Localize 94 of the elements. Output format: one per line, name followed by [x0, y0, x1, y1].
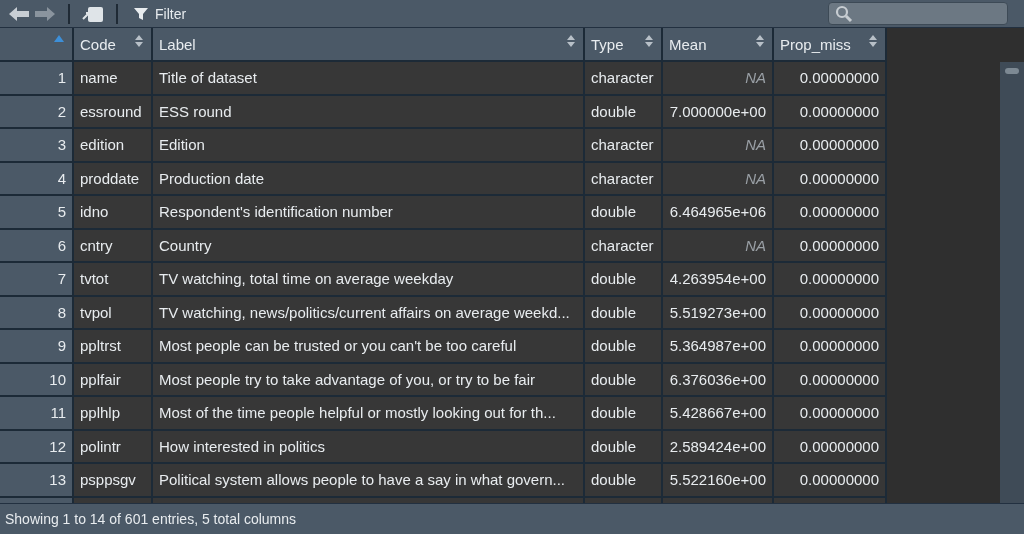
- table-cell: Production date: [153, 162, 585, 196]
- table-cell: idno: [74, 196, 153, 230]
- table-cell: pplfair: [74, 363, 153, 397]
- column-header[interactable]: Type: [585, 28, 663, 62]
- table-cell: 0.00000000: [774, 330, 887, 364]
- table-cell: pplhlp: [74, 397, 153, 431]
- table-cell: 0.00000000: [774, 95, 887, 129]
- row-number: 7: [0, 263, 74, 297]
- table-cell: Most people can be trusted or you can't be too careful: [153, 330, 585, 364]
- table-cell: NA: [663, 229, 774, 263]
- row-number: 3: [0, 129, 74, 163]
- table-cell: 0.00000000: [774, 464, 887, 498]
- table-cell: double: [585, 296, 663, 330]
- table-cell: 5.428667e+00: [663, 397, 774, 431]
- status-text: Showing 1 to 14 of 601 entries, 5 total columns: [0, 503, 1024, 534]
- table-cell: NA: [663, 62, 774, 96]
- table-cell: character: [585, 62, 663, 96]
- table-cell: 7.000000e+00: [663, 95, 774, 129]
- table-cell: 0.00000000: [774, 162, 887, 196]
- table-cell: How interested in politics: [153, 430, 585, 464]
- table-cell: 0.00000000: [774, 196, 887, 230]
- table-cell: 0.00000000: [774, 363, 887, 397]
- table-cell: 0.00000000: [774, 430, 887, 464]
- table-cell: 5.522160e+00: [663, 464, 774, 498]
- table-cell: psppsgv: [74, 464, 153, 498]
- table-cell: Most of the time people helpful or mostly looking out for th...: [153, 397, 585, 431]
- filter-button[interactable]: Filter: [130, 5, 191, 22]
- table-cell: 6.376036e+00: [663, 363, 774, 397]
- table-cell: 0.00000000: [774, 229, 887, 263]
- table-cell: NA: [663, 129, 774, 163]
- column-header[interactable]: Code: [74, 28, 153, 62]
- table-cell: proddate: [74, 162, 153, 196]
- table-cell: essround: [74, 95, 153, 129]
- table-cell: 0.00000000: [774, 263, 887, 297]
- table-cell: ESS round: [153, 95, 585, 129]
- table-cell: tvpol: [74, 296, 153, 330]
- table-cell: Country: [153, 229, 585, 263]
- table-cell: character: [585, 229, 663, 263]
- table-cell: 0.00000000: [774, 296, 887, 330]
- table-cell: tvtot: [74, 263, 153, 297]
- table-cell: character: [585, 162, 663, 196]
- table-cell: Respondent's identification number: [153, 196, 585, 230]
- table-cell: double: [585, 397, 663, 431]
- table-cell: Title of dataset: [153, 62, 585, 96]
- row-number: 11: [0, 397, 74, 431]
- table-cell: double: [585, 196, 663, 230]
- table-cell: double: [585, 330, 663, 364]
- funnel-icon: [134, 6, 148, 21]
- scrollbar[interactable]: [1000, 62, 1024, 503]
- row-number: 6: [0, 229, 74, 263]
- table-cell: cntry: [74, 229, 153, 263]
- table-cell: 0.00000000: [774, 129, 887, 163]
- table-cell: double: [585, 263, 663, 297]
- column-header[interactable]: [0, 28, 74, 62]
- search-icon: [835, 4, 853, 23]
- table-cell: 0.00000000: [774, 397, 887, 431]
- search-field[interactable]: [828, 2, 1008, 25]
- row-number: 9: [0, 330, 74, 364]
- table-cell: 5.519273e+00: [663, 296, 774, 330]
- row-number: 12: [0, 430, 74, 464]
- table-cell: 5.364987e+00: [663, 330, 774, 364]
- column-header[interactable]: Mean: [663, 28, 774, 62]
- table-cell: 4.263954e+00: [663, 263, 774, 297]
- forward-icon[interactable]: [34, 5, 56, 22]
- row-number: 4: [0, 162, 74, 196]
- table-cell: Most people try to take advantage of you, or try to be fair: [153, 363, 585, 397]
- table-cell: double: [585, 95, 663, 129]
- row-number: 1: [0, 62, 74, 96]
- row-number: 2: [0, 95, 74, 129]
- table-cell: NA: [663, 162, 774, 196]
- table-cell: Political system allows people to have a say in what govern...: [153, 464, 585, 498]
- popout-icon[interactable]: [82, 4, 104, 23]
- table-cell: ppltrst: [74, 330, 153, 364]
- table-cell: polintr: [74, 430, 153, 464]
- row-number: 5: [0, 196, 74, 230]
- scrollbar-thumb[interactable]: [1005, 68, 1019, 74]
- table-cell: double: [585, 363, 663, 397]
- row-number: 10: [0, 363, 74, 397]
- table-cell: TV watching, total time on average weekday: [153, 263, 585, 297]
- table-cell: double: [585, 464, 663, 498]
- table-cell: double: [585, 430, 663, 464]
- table-cell: 0.00000000: [774, 62, 887, 96]
- row-number: 8: [0, 296, 74, 330]
- column-header[interactable]: Label: [153, 28, 585, 62]
- table-cell: 2.589424e+00: [663, 430, 774, 464]
- column-header[interactable]: Prop_miss: [774, 28, 887, 62]
- table-cell: Edition: [153, 129, 585, 163]
- back-icon[interactable]: [8, 5, 30, 22]
- table-cell: character: [585, 129, 663, 163]
- table-cell: edition: [74, 129, 153, 163]
- table-cell: name: [74, 62, 153, 96]
- row-number: 13: [0, 464, 74, 498]
- table-cell: 6.464965e+06: [663, 196, 774, 230]
- table-cell: TV watching, news/politics/current affairs on average weekd...: [153, 296, 585, 330]
